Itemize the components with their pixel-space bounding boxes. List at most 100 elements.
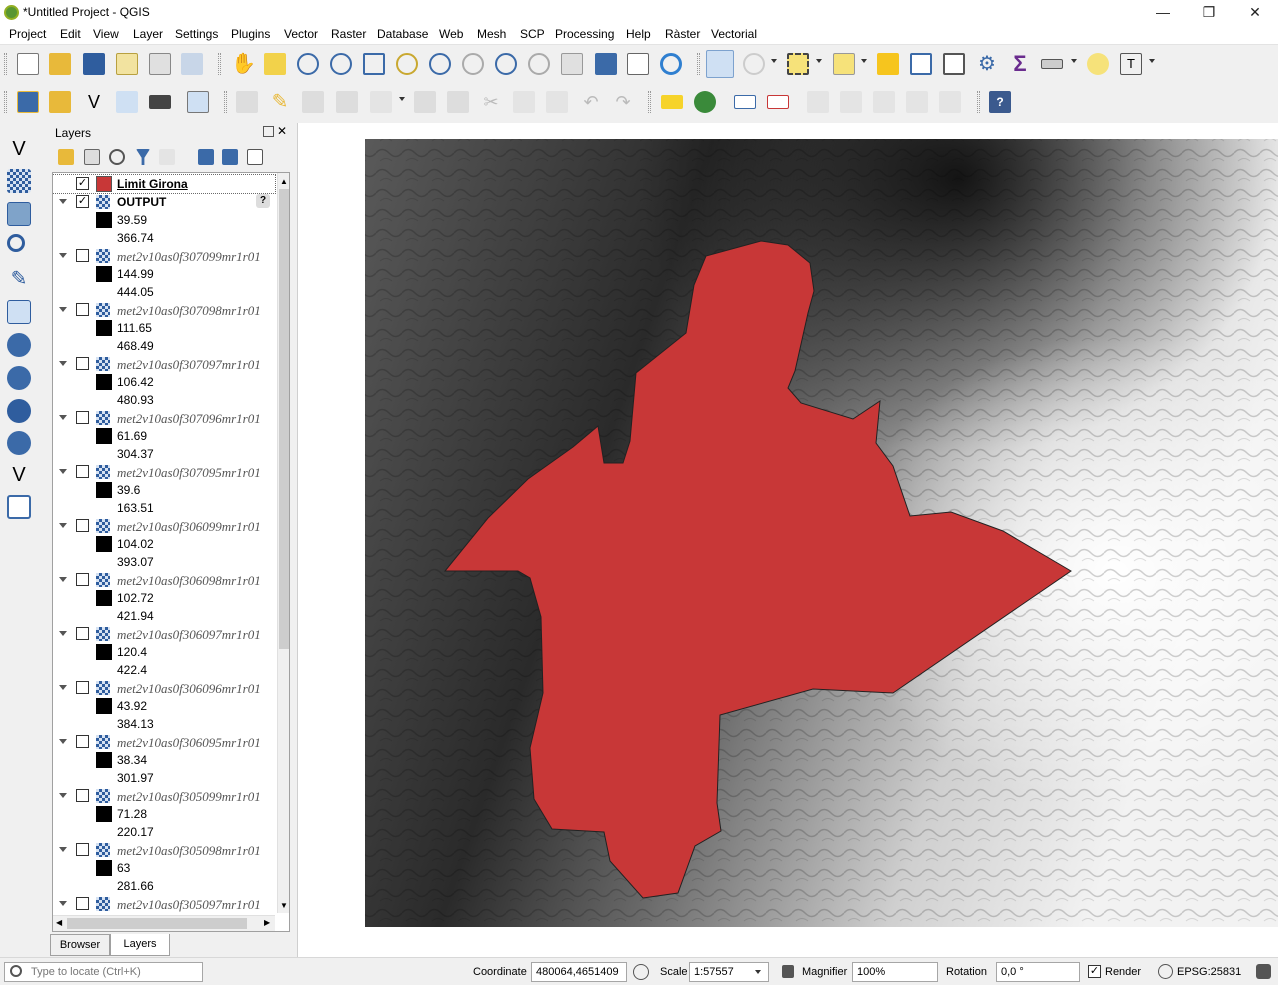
style-manager-icon[interactable] [181,53,203,75]
zoom-out-icon[interactable] [330,53,352,75]
layer-item-raster[interactable]: met2v10as0f307098mr1r01 [53,301,275,319]
label-properties-icon[interactable] [939,91,961,113]
layer-item-raster[interactable]: met2v10as0f307096mr1r01 [53,409,275,427]
expand-arrow-icon[interactable] [59,685,67,690]
expand-arrow-icon[interactable] [59,901,67,906]
layer-item-raster[interactable]: met2v10as0f306098mr1r01 [53,571,275,589]
add-mesh-layer-icon[interactable] [7,202,31,226]
measure-icon[interactable] [1041,59,1063,69]
layer-warning-question-icon[interactable]: ? [256,194,270,208]
scrollbar-thumb[interactable] [279,189,289,649]
pan-hand-icon[interactable]: ✋ [231,53,256,75]
menu-edit[interactable]: Edit [60,27,81,41]
layout-manager-icon[interactable] [149,53,171,75]
paste-features-icon[interactable] [546,91,568,113]
change-label-icon[interactable] [906,91,928,113]
delete-selected-icon[interactable] [447,91,469,113]
open-layer-styling-icon[interactable] [58,149,74,165]
layer-labeling-icon[interactable] [661,95,683,109]
filter-by-expression-icon[interactable] [159,149,175,165]
menu-plugins[interactable]: Plugins [231,27,270,41]
layer-visibility-checkbox[interactable] [76,465,89,478]
text-annotation-icon[interactable]: T [1120,53,1142,75]
zoom-native-icon[interactable] [462,53,484,75]
layer-item-raster[interactable]: met2v10as0f305098mr1r01 [53,841,275,859]
add-postgis-icon[interactable] [7,333,31,357]
show-hide-labels-icon[interactable] [807,91,829,113]
lock-scale-icon[interactable] [782,965,794,978]
layer-item-raster[interactable]: met2v10as0f307097mr1r01 [53,355,275,373]
current-edits-icon[interactable] [236,91,258,113]
redo-icon[interactable]: ↷ [612,91,634,113]
refresh-icon[interactable] [660,53,682,75]
layer-visibility-checkbox[interactable]: ✓ [76,195,89,208]
new-project-icon[interactable] [17,53,39,75]
float-panel-icon[interactable] [263,126,274,137]
expand-arrow-icon[interactable] [59,307,67,312]
hscrollbar-thumb[interactable] [67,918,247,929]
menu-raster-ca[interactable]: Ràster [665,27,700,41]
render-checkbox[interactable]: ✓ [1088,965,1101,978]
tab-browser[interactable]: Browser [50,934,110,956]
menu-processing[interactable]: Processing [555,27,614,41]
move-label-icon[interactable] [840,91,862,113]
new-print-layout-icon[interactable] [116,53,138,75]
new-temporary-layer-icon[interactable] [7,495,31,519]
layer-visibility-checkbox[interactable] [76,519,89,532]
map-canvas[interactable] [297,123,1278,957]
menu-vector[interactable]: Vector [284,27,318,41]
select-by-value-icon[interactable] [833,53,855,75]
coordinate-field[interactable]: 480064,4651409 [531,962,627,982]
add-vector-layer-icon[interactable]: V [7,137,31,161]
statistics-icon[interactable] [943,53,965,75]
tab-layers[interactable]: Layers [110,934,170,956]
remove-layer-icon[interactable] [247,149,263,165]
layer-item-raster[interactable]: met2v10as0f306097mr1r01 [53,625,275,643]
zoom-last-icon[interactable] [495,53,517,75]
add-mssql-icon[interactable] [7,366,31,390]
rotate-label-icon[interactable] [873,91,895,113]
expand-arrow-icon[interactable] [59,361,67,366]
zoom-to-selection-icon[interactable] [396,53,418,75]
collapse-all-icon[interactable] [222,149,238,165]
toolbox-gear-icon[interactable]: ⚙ [976,53,998,75]
expand-arrow-icon[interactable] [59,577,67,582]
vertex-tool-icon[interactable] [370,91,392,113]
new-geopackage-layer-icon[interactable] [49,91,71,113]
zoom-in-icon[interactable] [297,53,319,75]
pin-labels-icon[interactable] [734,95,756,109]
layer-item-raster[interactable]: met2v10as0f306096mr1r01 [53,679,275,697]
identify-features-icon[interactable] [706,50,734,78]
digitize-icon[interactable] [116,91,138,113]
gps-icon[interactable] [149,95,171,109]
toggle-extents-mouse-icon[interactable] [633,964,649,980]
add-group-icon[interactable] [84,149,100,165]
toggle-editing-pencil-icon[interactable]: ✎ [269,91,291,113]
pan-to-selection-icon[interactable] [264,53,286,75]
layer-visibility-checkbox[interactable] [76,681,89,694]
layer-item-raster[interactable]: met2v10as0f306099mr1r01 [53,517,275,535]
rotation-spinbox[interactable]: 0,0 ° [996,962,1080,982]
menu-database[interactable]: Database [377,27,428,41]
expand-arrow-icon[interactable] [59,631,67,636]
layer-item-raster[interactable]: ✓ OUTPUT? [53,193,275,211]
new-3d-view-icon[interactable] [595,53,617,75]
minimize-button[interactable]: — [1140,0,1186,25]
layer-visibility-checkbox[interactable] [76,627,89,640]
open-project-icon[interactable] [49,53,71,75]
expand-arrow-icon[interactable] [59,523,67,528]
save-edits-icon[interactable] [302,91,324,113]
layer-visibility-checkbox[interactable] [76,843,89,856]
layer-visibility-checkbox[interactable] [76,249,89,262]
new-virtual-layer-icon[interactable] [187,91,209,113]
add-spatialite-icon[interactable]: ✎ [7,267,31,291]
layer-item-raster[interactable]: met2v10as0f307095mr1r01 [53,463,275,481]
menu-view[interactable]: View [93,27,119,41]
locator-input[interactable]: Type to locate (Ctrl+K) [4,962,203,982]
zoom-next-icon[interactable] [528,53,550,75]
zoom-full-icon[interactable] [363,53,385,75]
crs-globe-icon[interactable] [1158,964,1173,979]
add-virtual-layer-icon[interactable] [7,300,31,324]
undo-icon[interactable]: ↶ [580,91,602,113]
layer-tree-vertical-scrollbar[interactable]: ▲ ▼ [277,173,289,913]
